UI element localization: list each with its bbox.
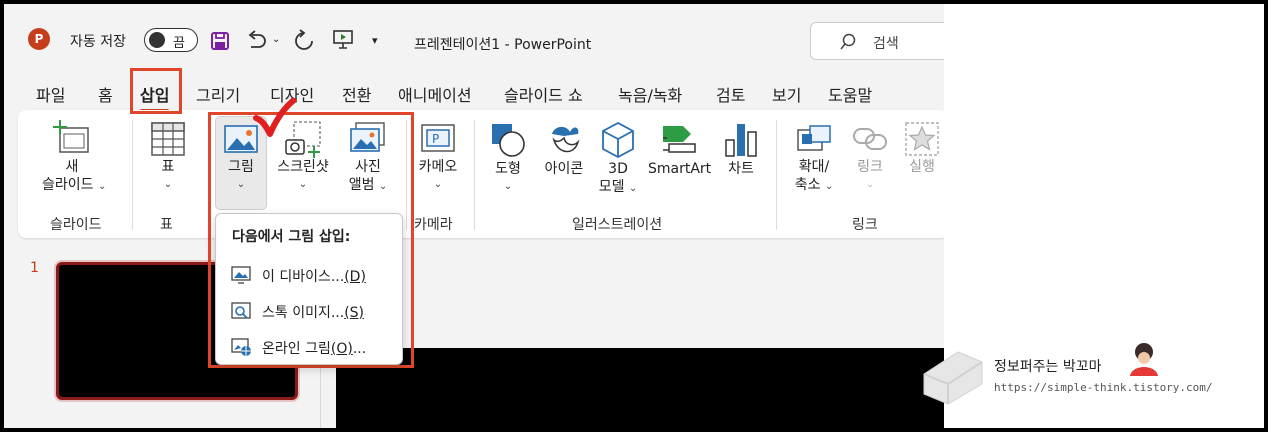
shapes-label: 도형: [495, 161, 521, 177]
search-icon: [840, 33, 856, 50]
table-icon: [151, 122, 185, 156]
autosave-label: 자동 저장: [70, 34, 126, 50]
cameo-icon: P: [421, 124, 455, 152]
cameo-caret-icon: ⌄: [433, 179, 443, 190]
tab-transitions[interactable]: 전환: [342, 82, 371, 106]
separator: [474, 120, 475, 230]
menu-item-this-device[interactable]: 이 디바이스...(D): [230, 264, 400, 286]
svg-text:P: P: [432, 132, 439, 146]
chart-button[interactable]: 차트: [718, 120, 764, 178]
group-tables-label: 표: [160, 217, 173, 233]
screenshot-frame: P 자동 저장 끔 ⌄ ▾ 프레젠테이션1 - PowerPoint 검색 파일…: [0, 0, 1268, 432]
search-box[interactable]: 검색: [810, 22, 944, 60]
search-placeholder: 검색: [873, 36, 899, 52]
zoom-label-2: 축소 ⌄: [794, 177, 834, 193]
dropdown-header: 다음에서 그림 삽입:: [232, 229, 351, 245]
smartart-icon: [663, 126, 696, 153]
online-pictures-label: 온라인 그림(O)...: [262, 341, 367, 357]
zoom-button[interactable]: 확대/ 축소 ⌄: [784, 120, 844, 196]
shapes-button[interactable]: 도형 ⌄: [484, 120, 532, 196]
group-camera-label: 카메라: [414, 217, 453, 233]
customize-qat-icon[interactable]: ▾: [372, 34, 378, 47]
slide-number: 1: [30, 260, 39, 276]
tab-review[interactable]: 검토: [716, 82, 745, 106]
cameo-label: 카메오: [418, 159, 458, 175]
link-button[interactable]: 링크 ⌄: [848, 120, 892, 194]
tab-help[interactable]: 도움말: [828, 82, 872, 106]
link-icon: [853, 128, 887, 150]
shapes-icon: [492, 124, 525, 157]
zoom-icon: [797, 125, 831, 151]
3d-models-label-2: 모델 ⌄: [598, 179, 638, 195]
tab-recording[interactable]: 녹음/녹화: [618, 82, 682, 106]
tab-animations[interactable]: 애니메이션: [398, 82, 472, 106]
tab-slideshow[interactable]: 슬라이드 쇼: [504, 82, 583, 106]
chart-icon: [725, 124, 757, 157]
group-slides-label: 슬라이드: [50, 217, 102, 233]
watermark-url: https://simple-think.tistory.com/: [994, 381, 1213, 394]
menu-item-online-pictures[interactable]: 온라인 그림(O)...: [230, 336, 400, 358]
tab-view[interactable]: 보기: [772, 82, 801, 106]
autosave-state: 끔: [173, 36, 185, 51]
ribbon-insert: 새 슬라이드 ⌄ 슬라이드 표 ⌄ 표 그림 ⌄ 스크린샷 ⌄ 사진 앨범 ⌄ …: [18, 110, 944, 238]
3d-cube-icon: [602, 121, 634, 159]
action-label: 실행: [909, 159, 935, 175]
3d-models-button[interactable]: 3D 모델 ⌄: [596, 120, 640, 198]
separator: [776, 120, 777, 230]
insert-picture-dropdown: 다음에서 그림 삽입: 이 디바이스...(D) 스톡 이미지...(S) 온라…: [215, 213, 403, 365]
new-slide-icon: [53, 120, 89, 153]
document-title: 프레젠테이션1 - PowerPoint: [414, 37, 592, 53]
smartart-button[interactable]: SmartArt: [648, 120, 712, 178]
action-star-icon: [905, 122, 939, 156]
stock-images-label: 스톡 이미지...(S): [262, 305, 365, 321]
present-from-beginning-icon[interactable]: [332, 28, 354, 50]
tab-file[interactable]: 파일: [36, 82, 65, 106]
undo-dropdown-icon[interactable]: ⌄: [272, 34, 280, 45]
powerpoint-window: P 자동 저장 끔 ⌄ ▾ 프레젠테이션1 - PowerPoint 검색 파일…: [4, 4, 944, 428]
icons-icon: [552, 126, 580, 153]
group-illustrations-label: 일러스트레이션: [572, 217, 663, 233]
link-caret-icon: ⌄: [865, 179, 875, 190]
cameo-button[interactable]: P 카메오 ⌄: [410, 120, 466, 194]
3d-models-label-1: 3D: [608, 161, 628, 177]
autosave-toggle[interactable]: 끔: [144, 28, 198, 52]
toggle-knob: [149, 32, 165, 48]
tab-draw[interactable]: 그리기: [196, 82, 240, 106]
smartart-label: SmartArt: [648, 161, 712, 177]
undo-icon[interactable]: [244, 29, 268, 51]
icons-button[interactable]: 아이콘: [538, 120, 590, 178]
slide-canvas[interactable]: [336, 348, 944, 428]
this-device-icon: [231, 266, 251, 284]
separator: [132, 120, 133, 230]
save-icon[interactable]: [210, 31, 230, 51]
menu-item-stock-images[interactable]: 스톡 이미지...(S): [230, 300, 400, 322]
link-label: 링크: [857, 159, 883, 175]
insert-tab-highlight-box: [130, 68, 182, 114]
checkmark-annotation-icon: [253, 98, 296, 137]
new-slide-label-2: 슬라이드 ⌄: [42, 177, 107, 193]
shapes-caret-icon: ⌄: [503, 181, 513, 192]
table-label: 표: [161, 159, 175, 175]
zoom-label-1: 확대/: [798, 159, 830, 175]
watermark-name: 정보퍼주는 박꼬마: [994, 359, 1102, 375]
new-slide-button[interactable]: 새 슬라이드 ⌄: [42, 120, 107, 196]
powerpoint-logo-icon: P: [28, 28, 50, 50]
action-button[interactable]: 실행: [900, 120, 944, 176]
group-links-label: 링크: [852, 217, 878, 233]
title-bar: P 자동 저장 끔 ⌄ ▾ 프레젠테이션1 - PowerPoint 검색: [4, 4, 944, 70]
icons-label: 아이콘: [544, 161, 584, 177]
new-slide-label-1: 새: [65, 159, 79, 175]
stock-images-icon: [231, 302, 251, 319]
redo-icon[interactable]: [292, 29, 316, 53]
tab-home[interactable]: 홈: [98, 82, 113, 106]
online-pictures-icon: [231, 338, 251, 356]
table-button[interactable]: 표 ⌄: [142, 120, 194, 194]
chart-label: 차트: [728, 161, 754, 177]
this-device-label: 이 디바이스...(D): [262, 269, 366, 285]
table-caret-icon: ⌄: [163, 179, 173, 190]
